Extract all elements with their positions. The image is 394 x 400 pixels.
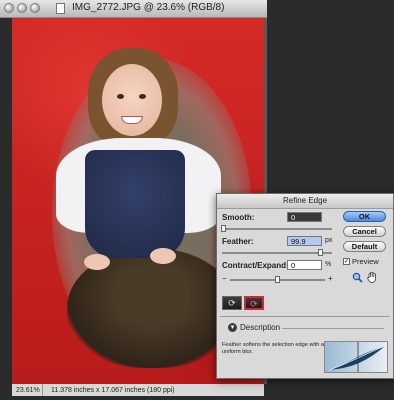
smooth-slider-track[interactable] <box>222 228 332 230</box>
status-bar: 23.61% 11.378 inches x 17.067 inches (18… <box>12 384 264 396</box>
zoom-level[interactable]: 23.61% <box>12 384 43 396</box>
feather-label: Feather: <box>222 237 254 246</box>
girl-face <box>102 64 162 136</box>
dialog-title: Refine Edge <box>217 194 393 209</box>
right-eye <box>139 94 146 99</box>
smooth-input[interactable]: 0 <box>287 212 322 222</box>
description-line-2: uniform blur. <box>222 349 253 355</box>
preview-checkbox[interactable]: ✓ <box>343 258 350 265</box>
feather-slider-thumb[interactable] <box>318 249 323 256</box>
hand-tool-icon[interactable] <box>367 271 378 287</box>
contract-expand-input[interactable]: 0 <box>287 260 322 270</box>
description-toggle-icon[interactable]: ▾ <box>228 323 237 332</box>
dialog-separator <box>220 316 390 317</box>
mode-standard-button[interactable]: ⟳ <box>222 296 242 310</box>
contract-expand-slider-thumb[interactable] <box>275 276 280 283</box>
feather-unit: px <box>325 237 333 244</box>
left-eye <box>117 94 124 99</box>
smooth-slider-thumb[interactable] <box>221 225 226 232</box>
description-line-1: Feather softens the selection edge with … <box>222 342 324 348</box>
smooth-label: Smooth: <box>222 213 255 222</box>
document-title: IMG_2772.JPG @ 23.6% (RGB/8) <box>72 2 225 13</box>
denim-overalls <box>85 150 185 258</box>
feather-preview-image <box>324 341 388 373</box>
minimize-window-button[interactable] <box>17 3 27 13</box>
close-window-button[interactable] <box>4 3 14 13</box>
contract-expand-unit: % <box>325 261 332 268</box>
zoom-window-button[interactable] <box>30 3 40 13</box>
feather-slider-track[interactable] <box>222 252 332 254</box>
description-title: Description <box>240 323 281 332</box>
default-button[interactable]: Default <box>343 241 386 252</box>
ok-button[interactable]: OK <box>343 211 386 222</box>
zoom-tool-icon[interactable] <box>352 272 363 287</box>
right-hand <box>150 248 176 264</box>
mode-quickmask-icon: ⟳ <box>250 299 258 309</box>
cancel-button[interactable]: Cancel <box>343 226 386 237</box>
minus-sign: − <box>222 274 227 283</box>
contract-expand-label: Contract/Expand: <box>222 261 289 270</box>
plus-sign: + <box>328 274 333 283</box>
mode-quickmask-button[interactable]: ⟳ <box>244 296 264 310</box>
preview-label: Preview <box>352 257 379 266</box>
document-info[interactable]: 11.378 inches x 17.067 inches (180 ppi) <box>43 387 175 394</box>
left-hand <box>84 254 110 270</box>
document-file-icon <box>56 3 65 14</box>
document-titlebar: IMG_2772.JPG @ 23.6% (RGB/8) <box>0 0 267 18</box>
mode-standard-icon: ⟳ <box>228 298 236 308</box>
description-rule <box>282 328 384 329</box>
feather-input[interactable]: 99.9 <box>287 236 322 246</box>
